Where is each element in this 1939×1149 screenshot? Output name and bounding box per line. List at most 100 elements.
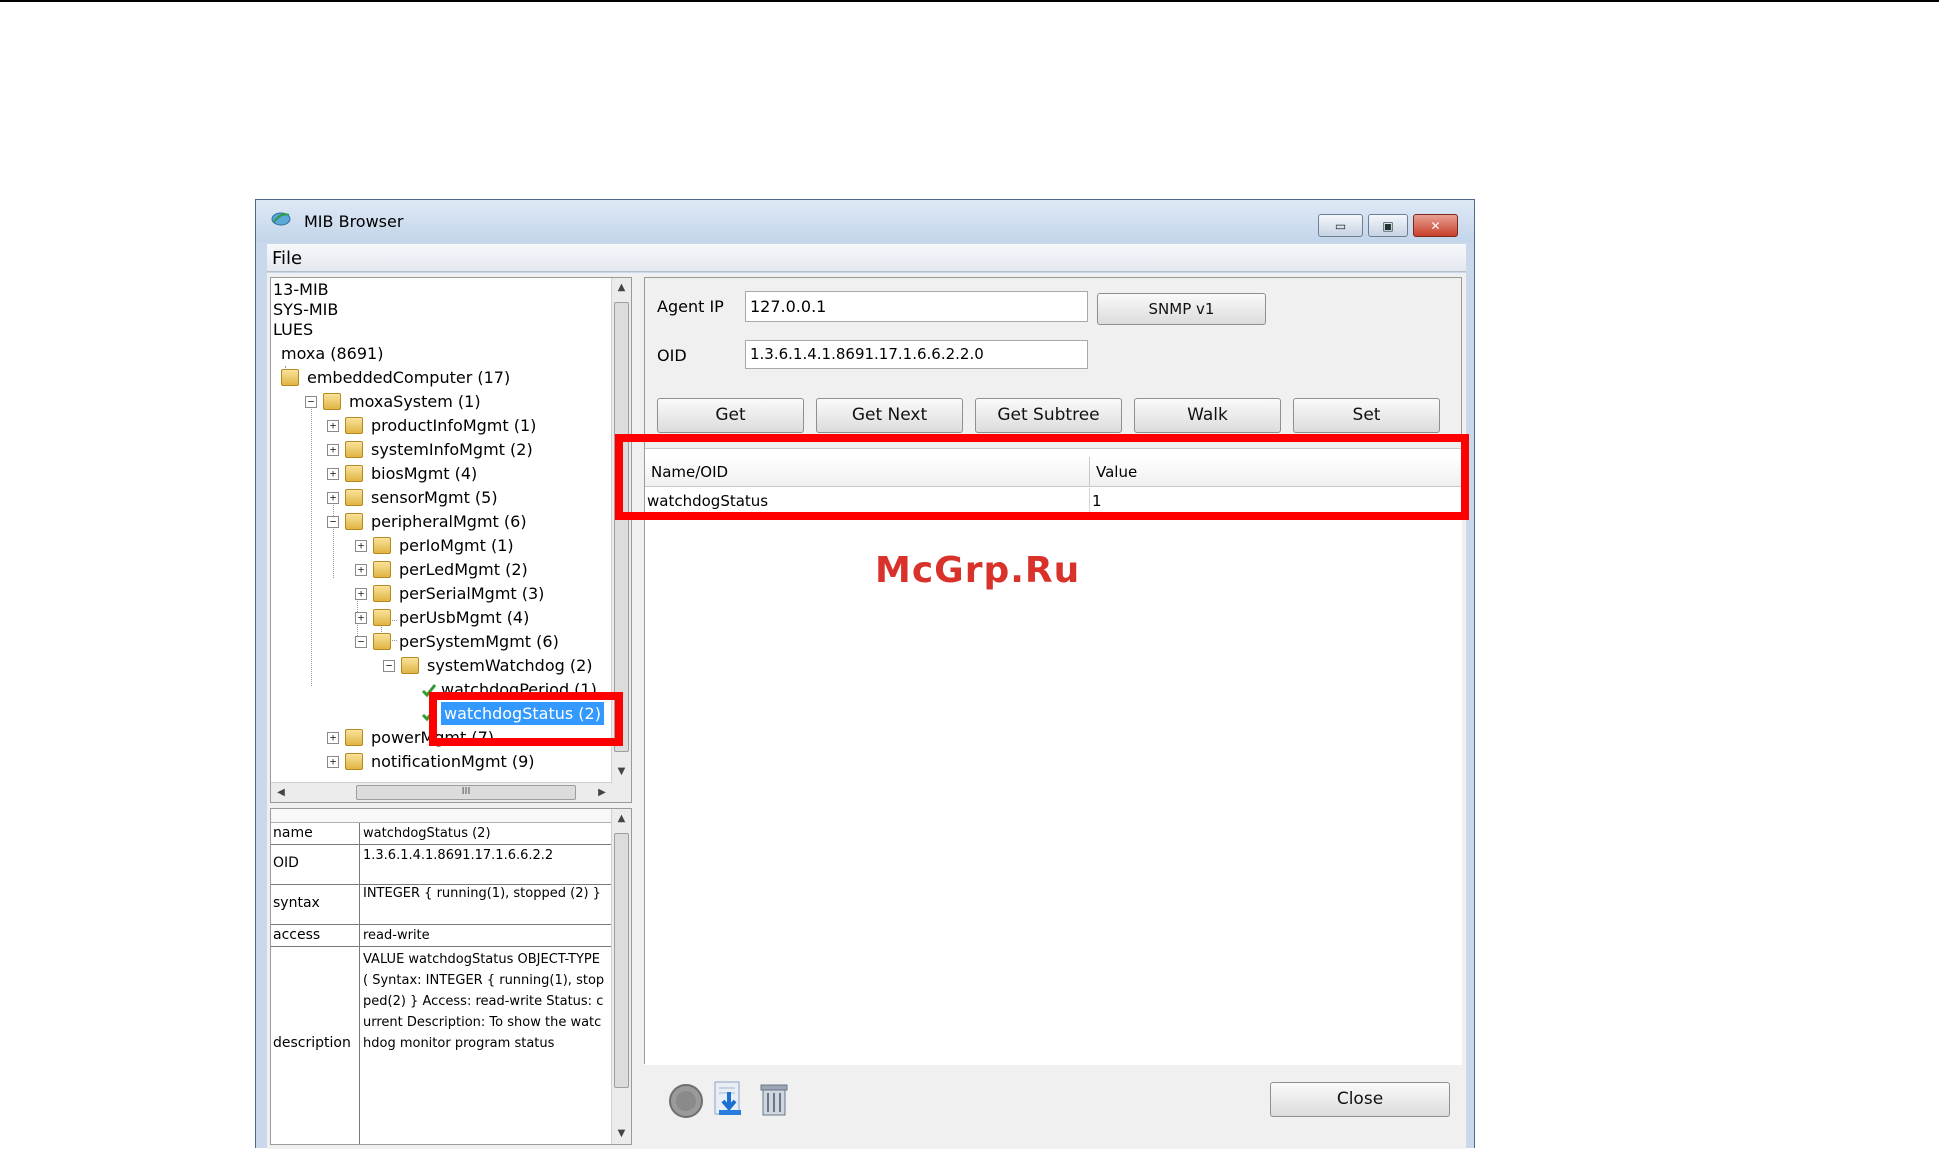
leaf-node-icon [421,707,437,721]
tree-item-label: perUsbMgmt (4) [399,608,530,627]
walk-button[interactable]: Walk [1134,398,1281,433]
snmp-version-button[interactable]: SNMP v1 [1097,293,1266,325]
tree-horizontal-scrollbar[interactable]: ◀ III ▶ [271,782,612,802]
tree-item-notification-mgmt[interactable]: + notificationMgmt (9) [327,750,535,773]
property-row-oid: OID 1.3.6.1.4.1.8691.17.1.6.6.2.2 [271,845,612,885]
expand-icon[interactable]: + [327,755,339,768]
tree-item-per-io-mgmt[interactable]: + perIoMgmt (1) [355,534,514,557]
tree-item-label: systemWatchdog (2) [427,656,593,675]
property-value: read-write [363,928,430,943]
expand-icon[interactable]: + [355,587,367,600]
scroll-up-icon[interactable]: ▲ [612,809,631,829]
stop-icon[interactable] [668,1083,704,1119]
clear-results-icon[interactable] [757,1081,791,1117]
minimize-icon: ▭ [1334,218,1347,233]
scroll-left-icon[interactable]: ◀ [271,783,291,802]
tree-item-watchdog-status[interactable]: watchdogStatus (2) [421,702,604,725]
collapse-icon[interactable]: − [305,395,317,408]
minimize-button[interactable]: ▭ [1318,214,1363,237]
folder-icon [373,633,391,650]
tree-item-per-system-mgmt[interactable]: − perSystemMgmt (6) [355,630,559,653]
scroll-thumb[interactable]: III [356,785,576,800]
scroll-down-icon[interactable]: ▼ [612,1124,631,1144]
close-icon: ✕ [1430,218,1441,233]
tree-item-label: perIoMgmt (1) [399,536,514,555]
scroll-thumb[interactable] [614,302,629,752]
result-cell-value[interactable]: 1 [1090,488,1462,514]
tree-item-sensor-mgmt[interactable]: + sensorMgmt (5) [327,486,498,509]
get-next-button[interactable]: Get Next [816,398,963,433]
expand-icon[interactable]: + [327,419,339,432]
scroll-thumb[interactable] [614,833,629,1088]
folder-icon [345,729,363,746]
folder-icon [345,489,363,506]
save-results-icon[interactable] [711,1080,749,1118]
expand-icon[interactable]: + [355,563,367,576]
title-bar[interactable]: MIB Browser ▭ ▣ ✕ [256,200,1474,242]
close-button[interactable]: Close [1270,1082,1450,1117]
menu-bar: File [267,244,1466,272]
collapse-icon[interactable]: − [383,659,395,672]
tree-item-values[interactable]: LUES [273,318,313,341]
oid-input[interactable]: 1.3.6.1.4.1.8691.17.1.6.6.2.2.0 [745,340,1088,369]
folder-icon [373,561,391,578]
scroll-down-icon[interactable]: ▼ [612,762,631,782]
set-button[interactable]: Set [1293,398,1440,433]
tree-item-power-mgmt[interactable]: + powerMgmt (7) [327,726,494,749]
oid-label: OID [657,346,687,365]
properties-vertical-scrollbar[interactable]: ▲ ▼ [611,809,631,1144]
tree-item-peripheral-mgmt[interactable]: − peripheralMgmt (6) [327,510,527,533]
collapse-icon[interactable]: − [355,635,367,648]
column-header-name-oid[interactable]: Name/OID [645,457,1090,487]
maximize-button[interactable]: ▣ [1368,214,1408,237]
agent-ip-input[interactable]: 127.0.0.1 [745,291,1088,322]
maximize-icon: ▣ [1382,218,1394,233]
property-key: access [273,927,321,943]
property-value: watchdogStatus (2) [363,826,491,841]
scroll-right-icon[interactable]: ▶ [592,783,612,802]
tree-item-bios-mgmt[interactable]: + biosMgmt (4) [327,462,477,485]
leaf-node-icon [421,683,437,697]
get-subtree-button[interactable]: Get Subtree [975,398,1122,433]
expand-icon[interactable]: + [327,443,339,456]
property-key: name [273,825,313,841]
tree-item-product-info-mgmt[interactable]: + productInfoMgmt (1) [327,414,536,437]
tree-item-label: biosMgmt (4) [371,464,478,483]
folder-icon [345,753,363,770]
expand-icon[interactable]: + [355,539,367,552]
tree-item-label-selected: watchdogStatus (2) [441,702,604,725]
tree-item-per-usb-mgmt[interactable]: + perUsbMgmt (4) [355,606,529,629]
tree-item-label: moxa (8691) [281,344,384,363]
expand-icon[interactable]: + [355,611,367,624]
tree-item-watchdog-period[interactable]: watchdogPeriod (1) [421,678,597,701]
tree-item-system-info-mgmt[interactable]: + systemInfoMgmt (2) [327,438,533,461]
tree-item-per-serial-mgmt[interactable]: + perSerialMgmt (3) [355,582,544,605]
expand-icon[interactable]: + [327,731,339,744]
column-header-value[interactable]: Value [1090,457,1462,487]
folder-icon [345,441,363,458]
agent-ip-label: Agent IP [657,297,724,316]
close-window-button[interactable]: ✕ [1413,214,1458,237]
tree-item-moxa[interactable]: moxa (8691) [281,342,383,365]
tree-item-system-watchdog[interactable]: − systemWatchdog (2) [383,654,593,677]
tree-item-label: LUES [273,320,314,339]
property-row-name: name watchdogStatus (2) [271,823,612,845]
tree-item-moxa-system[interactable]: − moxaSystem (1) [305,390,481,413]
tree-vertical-scrollbar[interactable]: ▲ ▼ [611,278,631,802]
folder-icon [345,465,363,482]
collapse-icon[interactable]: − [327,515,339,528]
folder-icon [373,585,391,602]
tree-item-embedded-computer[interactable]: embeddedComputer (17) [281,366,510,389]
tree-item-per-led-mgmt[interactable]: + perLedMgmt (2) [355,558,528,581]
tree-item-label: perSystemMgmt (6) [399,632,559,651]
result-cell-name[interactable]: watchdogStatus [645,488,1090,514]
expand-icon[interactable]: + [327,467,339,480]
property-key: OID [273,855,299,871]
menu-file[interactable]: File [272,248,302,269]
scroll-up-icon[interactable]: ▲ [612,278,631,298]
tree-item-label: moxaSystem (1) [349,392,481,411]
node-properties-panel: name watchdogStatus (2) OID 1.3.6.1.4.1.… [270,808,632,1145]
mib-tree-panel[interactable]: 13-MIB SYS-MIB LUES moxa (8691) embedded… [270,277,632,803]
expand-icon[interactable]: + [327,491,339,504]
get-button[interactable]: Get [657,398,804,433]
